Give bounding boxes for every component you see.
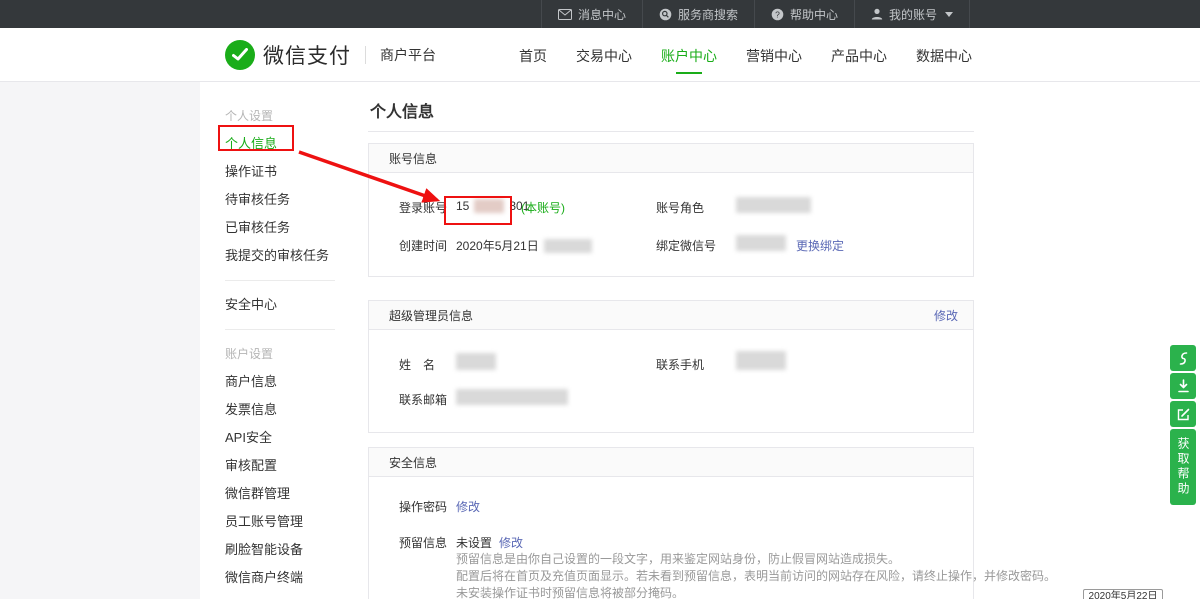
page-title: 个人信息 <box>370 98 434 122</box>
sidebar-item-pending-review-tasks[interactable]: 待审核任务 <box>225 186 345 214</box>
sidebar-divider <box>225 280 335 281</box>
created-date: 2020年5月21日 <box>456 237 539 254</box>
annotation-box-login-account <box>444 196 512 225</box>
brand-separator <box>365 46 366 64</box>
reserved-info-notes: 预留信息是由你自己设置的一段文字，用来鉴定网站身份，防止假冒网站造成损失。 配置… <box>456 551 1056 599</box>
current-account-note: (本账号) <box>521 199 565 216</box>
sidebar-item-wechat-group-management[interactable]: 微信群管理 <box>225 480 345 508</box>
svg-text:?: ? <box>775 9 780 19</box>
reserved-info-label: 预留信息 <box>399 534 447 551</box>
wechat-pay-logo-icon <box>225 40 255 70</box>
brand[interactable]: 微信支付 商户平台 <box>225 40 436 70</box>
nav-account-center[interactable]: 账户中心 <box>655 28 723 82</box>
sidebar-item-invoice-info[interactable]: 发票信息 <box>225 396 345 424</box>
site-header: 微信支付 商户平台 首页 交易中心 账户中心 营销中心 产品中心 数据中心 <box>0 28 1200 82</box>
user-icon <box>871 8 883 20</box>
sidebar-item-reviewed-tasks[interactable]: 已审核任务 <box>225 214 345 242</box>
topbar-item-my-account[interactable]: 我的账号 <box>854 0 970 28</box>
topbar-item-provider-search[interactable]: 服务商搜索 <box>642 0 754 28</box>
sidebar-group-account-settings: 账户设置 <box>225 340 345 368</box>
rebind-wechat-link[interactable]: 更换绑定 <box>796 237 844 254</box>
created-time-label: 创建时间 <box>399 237 447 254</box>
sidebar-item-security-center[interactable]: 安全中心 <box>225 291 345 319</box>
note-line: 配置后将在首页及充值页面显示。若未看到预留信息，表明当前访问的网站存在风险，请终… <box>456 568 1056 585</box>
account-info-header: 账号信息 <box>389 150 437 167</box>
nav-marketing-center[interactable]: 营销中心 <box>740 28 808 82</box>
title-divider <box>368 131 974 132</box>
masked-value <box>736 235 786 251</box>
sidebar-divider <box>225 329 335 330</box>
main-nav: 首页 交易中心 账户中心 营销中心 产品中心 数据中心 <box>513 28 978 82</box>
masked-value <box>544 239 592 253</box>
date-tooltip: 2020年5月22日 <box>1083 589 1163 599</box>
nav-data-center[interactable]: 数据中心 <box>910 28 978 82</box>
link-icon <box>1177 351 1190 366</box>
masked-value <box>456 353 496 370</box>
annotation-box-sidebar-personal-info <box>218 125 294 151</box>
login-account-label: 登录账号 <box>399 199 447 216</box>
operation-password-label: 操作密码 <box>399 498 447 515</box>
bound-wechat-label: 绑定微信号 <box>656 237 716 254</box>
note-line: 未安装操作证书时预留信息将被部分掩码。 <box>456 585 1056 599</box>
edit-admin-link[interactable]: 修改 <box>934 307 958 324</box>
download-icon <box>1177 379 1190 393</box>
note-line: 预留信息是由你自己设置的一段文字，用来鉴定网站身份，防止假冒网站造成损失。 <box>456 551 1056 568</box>
sidebar-item-merchant-info[interactable]: 商户信息 <box>225 368 345 396</box>
account-role-label: 账号角色 <box>656 199 704 216</box>
topbar-item-help-center[interactable]: ? 帮助中心 <box>754 0 854 28</box>
brand-name: 微信支付 <box>263 40 351 70</box>
topbar-label: 我的账号 <box>889 6 937 23</box>
created-time-value: 2020年5月21日 <box>456 237 592 254</box>
masked-value <box>456 389 568 405</box>
sidebar-item-operation-certificate[interactable]: 操作证书 <box>225 158 345 186</box>
question-circle-icon: ? <box>771 8 784 21</box>
security-info-section: 安全信息 操作密码 修改 预留信息 未设置 修改 预留信息是由你自己设置的一段文… <box>368 447 974 599</box>
get-help-button[interactable]: 获取帮助 <box>1170 429 1196 505</box>
utility-topbar: 消息中心 服务商搜索 ? 帮助中心 我的账号 <box>0 0 1200 28</box>
name-label: 姓 名 <box>399 356 435 373</box>
download-button[interactable] <box>1170 373 1196 399</box>
reserved-info-value: 未设置 <box>456 534 492 551</box>
edit-password-link[interactable]: 修改 <box>456 498 480 515</box>
merchant-platform-screen: 消息中心 服务商搜索 ? 帮助中心 我的账号 微信支付 商户平台 首页 交易中心 <box>0 0 1200 599</box>
nav-transaction-center[interactable]: 交易中心 <box>570 28 638 82</box>
search-circle-icon <box>659 8 672 21</box>
edit-reserved-info-link[interactable]: 修改 <box>499 534 523 551</box>
topbar-label: 消息中心 <box>578 6 626 23</box>
sidebar-item-api-security[interactable]: API安全 <box>225 424 345 452</box>
floating-action-stack: 获取帮助 <box>1170 345 1196 505</box>
super-admin-header: 超级管理员信息 <box>389 307 473 324</box>
sidebar-item-face-smart-devices[interactable]: 刷脸智能设备 <box>225 536 345 564</box>
sidebar-item-wechat-merchant-terminal[interactable]: 微信商户终端 <box>225 564 345 592</box>
page-left-gutter <box>0 82 200 599</box>
sidebar-item-my-submitted-tasks[interactable]: 我提交的审核任务 <box>225 242 345 270</box>
active-tab-underline <box>676 72 702 74</box>
masked-value <box>736 351 786 370</box>
nav-home[interactable]: 首页 <box>513 28 553 82</box>
contact-email-label: 联系邮箱 <box>399 391 447 408</box>
super-admin-section: 超级管理员信息 修改 姓 名 联系手机 联系邮箱 <box>368 300 974 433</box>
contact-phone-label: 联系手机 <box>656 356 704 373</box>
get-help-label: 获取帮助 <box>1176 437 1190 497</box>
mail-icon <box>558 9 572 20</box>
link-button[interactable] <box>1170 345 1196 371</box>
sidebar: 个人设置 个人信息 操作证书 待审核任务 已审核任务 我提交的审核任务 安全中心… <box>200 82 345 599</box>
sidebar-item-review-config[interactable]: 审核配置 <box>225 452 345 480</box>
main-content: 个人信息 账号信息 登录账号 15 301 (本账号) 账号角色 创建时间 20… <box>368 82 975 599</box>
nav-account-center-label: 账户中心 <box>661 48 717 64</box>
masked-value <box>736 197 811 213</box>
nav-product-center[interactable]: 产品中心 <box>825 28 893 82</box>
topbar-label: 服务商搜索 <box>678 6 738 23</box>
edit-icon <box>1177 408 1190 421</box>
security-info-header: 安全信息 <box>389 454 437 471</box>
topbar-label: 帮助中心 <box>790 6 838 23</box>
portal-name: 商户平台 <box>380 45 436 65</box>
feedback-button[interactable] <box>1170 401 1196 427</box>
sidebar-item-staff-account-management[interactable]: 员工账号管理 <box>225 508 345 536</box>
chevron-down-icon <box>945 12 953 17</box>
topbar-item-message-center[interactable]: 消息中心 <box>541 0 642 28</box>
